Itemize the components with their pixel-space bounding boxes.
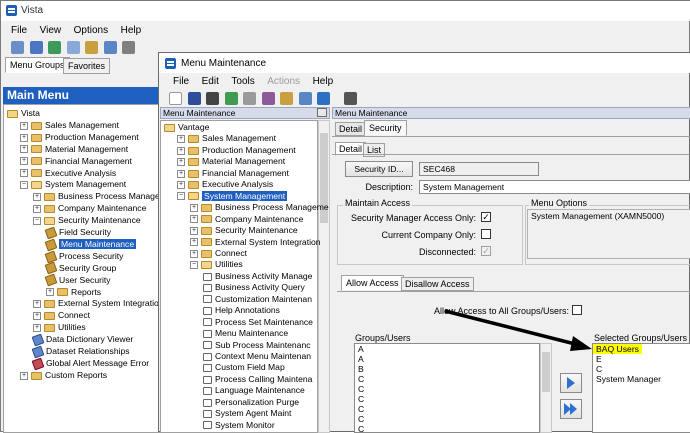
annotation-arrow bbox=[444, 309, 592, 351]
main-menu-tree-item-label: Security Group bbox=[59, 262, 117, 273]
main-menu-tree-item-label: Financial Management bbox=[45, 155, 132, 166]
main-menu-tree-item[interactable]: Field Security bbox=[44, 226, 112, 240]
folder-open-icon bbox=[44, 216, 55, 225]
main-menu-tree-item[interactable]: + Connect bbox=[33, 309, 90, 321]
tab-favorites[interactable]: Favorites bbox=[63, 58, 111, 74]
main-menu-tree-item[interactable]: Dataset Relationships bbox=[31, 345, 130, 359]
main-menu-tree-item-label: User Security bbox=[59, 274, 111, 285]
main-menu-tree-item-label: Executive Analysis bbox=[45, 167, 117, 178]
main-menu-tree-item[interactable]: + Executive Analysis bbox=[20, 167, 116, 179]
window-icon[interactable] bbox=[66, 41, 80, 54]
folder-icon bbox=[44, 204, 55, 213]
main-menu-tree-item-label: Global Alert Message Error bbox=[46, 357, 150, 368]
collapse-icon[interactable]: − bbox=[20, 181, 28, 190]
vista-title-bar: Vista bbox=[1, 1, 690, 21]
vista-menu-bar: File View Options Help bbox=[11, 25, 151, 36]
expand-icon[interactable]: + bbox=[33, 300, 41, 309]
folder-icon bbox=[57, 288, 68, 297]
main-menu-tree-item-label: Dataset Relationships bbox=[46, 346, 130, 356]
main-menu-title: Main Menu bbox=[3, 87, 163, 104]
refresh-icon[interactable] bbox=[48, 41, 62, 54]
menu-maintenance-window: Menu Maintenance File Edit Tools Actions… bbox=[158, 52, 690, 433]
expand-icon[interactable]: + bbox=[20, 145, 28, 154]
main-menu-tree-item-label: Business Process Managem bbox=[58, 191, 167, 202]
main-menu-tree-item-label: Utilities bbox=[58, 322, 86, 333]
main-menu-tree-item[interactable]: + Business Process Managem bbox=[33, 190, 167, 202]
main-menu-tree-item-label: System Management bbox=[45, 179, 127, 190]
main-menu-tree-item-label: Production Management bbox=[45, 131, 139, 142]
menu-help[interactable]: Help bbox=[121, 25, 142, 36]
main-menu-tree-item-label: Process Security bbox=[59, 250, 124, 261]
folder-icon bbox=[31, 169, 42, 178]
main-menu-tree-item-label: External System Integration bbox=[58, 298, 164, 309]
folder-icon bbox=[31, 371, 42, 380]
main-menu-tree-item-label: Data Dictionary Viewer bbox=[46, 334, 134, 345]
users-icon[interactable] bbox=[11, 41, 24, 54]
main-menu-tree-item-label: Security Maintenance bbox=[58, 215, 141, 226]
vista-toolbar bbox=[11, 41, 138, 54]
main-menu-tree-item[interactable]: Data Dictionary Viewer bbox=[31, 333, 134, 347]
main-menu-tree-item[interactable]: + External System Integration bbox=[33, 297, 164, 309]
menu-options[interactable]: Options bbox=[74, 25, 108, 36]
main-menu-tree-item-label: Field Security bbox=[59, 227, 112, 237]
expand-icon[interactable]: + bbox=[46, 288, 54, 297]
main-menu-tree-item-label: Material Management bbox=[45, 143, 129, 154]
main-menu-tree-item[interactable]: + Reports bbox=[46, 286, 101, 298]
expand-icon[interactable]: + bbox=[33, 193, 41, 202]
main-menu-tree-item[interactable]: Security Group bbox=[44, 262, 117, 275]
vista-app-icon bbox=[6, 5, 17, 16]
folder-icon bbox=[44, 193, 55, 202]
main-menu-tree-item-label: Menu Maintenance bbox=[59, 238, 137, 249]
main-menu-tree-item[interactable]: − Security Maintenance bbox=[33, 214, 141, 226]
folder-icon[interactable] bbox=[85, 41, 99, 54]
expand-icon[interactable]: + bbox=[20, 121, 28, 130]
folder-icon bbox=[31, 157, 42, 166]
main-menu-tree-item[interactable]: + Company Maintenance bbox=[33, 202, 146, 214]
root-folder-icon bbox=[7, 109, 18, 118]
expand-icon[interactable]: + bbox=[20, 133, 28, 142]
main-menu-tree-item[interactable]: Menu Maintenance bbox=[44, 238, 137, 252]
main-menu-tree-item[interactable]: User Security bbox=[44, 273, 111, 287]
expand-icon[interactable]: + bbox=[20, 169, 28, 178]
menu-file[interactable]: File bbox=[11, 25, 27, 36]
main-menu-tree-item-label: Vista bbox=[21, 108, 40, 118]
groups-icon[interactable] bbox=[29, 41, 43, 54]
folder-icon bbox=[31, 133, 42, 142]
expand-icon[interactable]: + bbox=[33, 323, 41, 332]
main-menu-tree-item[interactable]: Vista bbox=[7, 107, 40, 119]
main-menu-tree-item-label: Reports bbox=[71, 286, 102, 297]
main-menu-tree-item[interactable]: Global Alert Message Error bbox=[31, 357, 150, 371]
folder-icon bbox=[44, 312, 55, 321]
tab-menu-groups[interactable]: Menu Groups bbox=[5, 57, 70, 73]
expand-icon[interactable]: + bbox=[33, 204, 41, 213]
main-menu-tree-item[interactable]: + Material Management bbox=[20, 143, 128, 155]
main-menu-tree-item[interactable]: + Custom Reports bbox=[20, 369, 107, 381]
main-menu-tree-item[interactable]: + Financial Management bbox=[20, 155, 132, 167]
menu-view[interactable]: View bbox=[40, 25, 62, 36]
main-menu-tree-item-label: Company Maintenance bbox=[58, 203, 147, 214]
main-menu-tree-item[interactable]: + Sales Management bbox=[20, 119, 119, 131]
main-menu-tree-item-label: Sales Management bbox=[45, 119, 120, 130]
folder-icon bbox=[44, 300, 55, 309]
main-menu-tree-item[interactable]: Process Security bbox=[44, 250, 124, 263]
folder-icon bbox=[44, 323, 55, 332]
main-menu-tree-item-label: Custom Reports bbox=[45, 369, 108, 380]
folder-open-icon bbox=[31, 181, 42, 190]
dropdown-icon[interactable] bbox=[122, 41, 136, 54]
main-menu-tree-item-label: Connect bbox=[58, 310, 91, 321]
expand-icon[interactable]: + bbox=[20, 157, 28, 166]
options-icon[interactable] bbox=[103, 41, 117, 54]
main-menu-tree-item[interactable]: + Utilities bbox=[33, 321, 86, 333]
collapse-icon[interactable]: − bbox=[33, 216, 41, 225]
folder-icon bbox=[31, 121, 42, 130]
vista-title: Vista bbox=[21, 5, 44, 16]
expand-icon[interactable]: + bbox=[20, 371, 28, 380]
expand-icon[interactable]: + bbox=[33, 312, 41, 321]
main-menu-tree-item[interactable]: + Production Management bbox=[20, 131, 139, 143]
main-menu-tree-item[interactable]: − System Management bbox=[20, 178, 126, 190]
folder-icon bbox=[31, 145, 42, 154]
